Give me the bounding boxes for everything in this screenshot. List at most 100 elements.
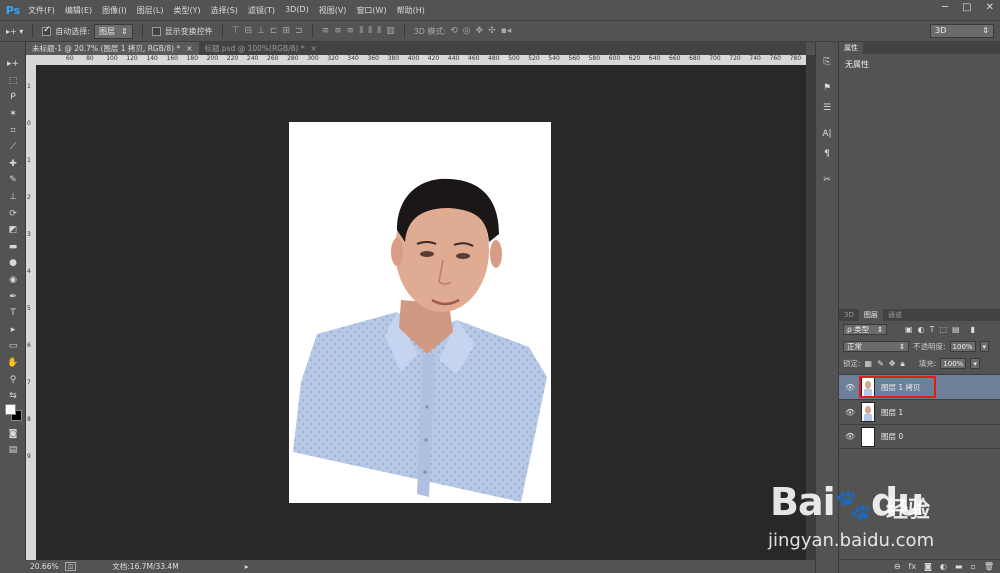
tab-channels[interactable]: 通道 <box>883 309 907 321</box>
menu-item[interactable]: 编辑(E) <box>60 5 97 16</box>
show-transform-checkbox[interactable] <box>151 26 161 36</box>
menu-item[interactable]: 视图(V) <box>314 5 352 16</box>
lasso-tool-icon[interactable]: ᑭ <box>0 89 26 106</box>
tab-layers[interactable]: 图层 <box>858 309 883 321</box>
lock-all-icon[interactable]: 🔒︎ <box>901 359 905 369</box>
eyedropper-tool-icon[interactable]: ⟋ <box>0 139 26 156</box>
layer-row[interactable]: 👁︎ 图层 0 <box>839 424 1000 449</box>
move-tool-icon[interactable]: ▸+ <box>0 56 26 73</box>
align-hcenter-icon[interactable]: ⊞ <box>282 26 290 36</box>
menu-item[interactable]: 类型(Y) <box>168 5 205 16</box>
eraser-tool-icon[interactable]: ◩ <box>0 222 26 239</box>
opacity-input[interactable]: 100% <box>949 341 976 352</box>
layer-row[interactable]: 👁︎ 图层 1 <box>839 399 1000 424</box>
eye-icon[interactable]: 👁︎ <box>845 408 855 417</box>
fill-dropdown-icon[interactable]: ▾ <box>970 358 980 369</box>
filter-smart-icon[interactable]: ▤ <box>952 325 960 334</box>
new-group-icon[interactable]: ▬ <box>955 562 963 571</box>
minimize-button[interactable]: ─ <box>942 2 948 13</box>
menu-item[interactable]: 3D(D) <box>280 5 314 16</box>
document-canvas[interactable] <box>289 122 551 503</box>
menu-item[interactable]: 窗口(W) <box>351 5 391 16</box>
history-panel-icon[interactable]: ⎘ <box>816 52 838 72</box>
3d-roll-icon[interactable]: ◎ <box>463 26 471 36</box>
tools-settings-icon[interactable]: ✂ <box>816 170 838 190</box>
menu-item[interactable]: 图像(I) <box>97 5 132 16</box>
menu-item[interactable]: 图层(L) <box>132 5 169 16</box>
blur-tool-icon[interactable]: ● <box>0 255 26 272</box>
layer-style-icon[interactable]: fx <box>909 562 917 571</box>
status-menu-icon[interactable]: ▸ <box>245 562 249 571</box>
add-mask-icon[interactable]: ◙ <box>924 562 932 571</box>
brush-presets-icon[interactable]: ☰ <box>816 98 838 118</box>
status-preview-icon[interactable]: ◫ <box>64 562 77 571</box>
distribute-hcenter-icon[interactable]: ⦀ <box>368 26 372 36</box>
workspace-dropdown[interactable]: 3D ⇕ <box>930 24 994 38</box>
history-brush-tool-icon[interactable]: ⟳ <box>0 205 26 222</box>
screen-mode-icon[interactable]: ▤ <box>0 442 26 459</box>
path-selection-tool-icon[interactable]: ▸ <box>0 322 26 339</box>
filter-adjust-icon[interactable]: ◐ <box>918 325 925 334</box>
distribute-top-icon[interactable]: ≡ <box>322 26 330 36</box>
new-layer-icon[interactable]: ▫ <box>970 562 975 571</box>
close-button[interactable]: ✕ <box>986 2 994 13</box>
align-left-icon[interactable]: ⊏ <box>270 26 278 36</box>
type-tool-icon[interactable]: T <box>0 305 26 322</box>
tab-3d[interactable]: 3D <box>839 309 859 321</box>
3d-scale-icon[interactable]: ▪◂ <box>501 26 512 36</box>
tab-properties[interactable]: 属性 <box>839 42 863 54</box>
shape-tool-icon[interactable]: ▭ <box>0 338 26 355</box>
menu-item[interactable]: 帮助(H) <box>392 5 430 16</box>
zoom-level[interactable]: 20.66% <box>30 562 59 571</box>
3d-slide-icon[interactable]: ✣ <box>488 26 496 36</box>
lock-pixels-icon[interactable]: ✎ <box>877 359 884 369</box>
3d-rotate-icon[interactable]: ⟲ <box>450 26 458 36</box>
link-layers-icon[interactable]: ⊖ <box>894 562 901 571</box>
blend-mode-dropdown[interactable]: 正常 ⇕ <box>843 341 909 352</box>
tab-title-psd[interactable]: 标题.psd @ 100%(RGB/8) * × <box>199 42 323 55</box>
menu-item[interactable]: 文件(F) <box>23 5 60 16</box>
tool-presets-icon[interactable]: ⚑ <box>816 78 838 98</box>
magic-wand-tool-icon[interactable]: ✶ <box>0 106 26 123</box>
crop-tool-icon[interactable]: ⌗ <box>0 122 26 139</box>
eye-icon[interactable]: 👁︎ <box>845 432 855 441</box>
filter-pixel-icon[interactable]: ▣ <box>905 325 913 334</box>
brush-tool-icon[interactable]: ✎ <box>0 172 26 189</box>
auto-select-checkbox[interactable] <box>42 25 52 36</box>
align-bottom-icon[interactable]: ⊥ <box>257 26 265 36</box>
distribute-left-icon[interactable]: ⦀ <box>359 26 363 36</box>
layer-filter-dropdown[interactable]: ρ 类型 ⇕ <box>843 324 887 335</box>
hand-tool-icon[interactable]: ✋ <box>0 355 26 372</box>
tab-untitled-1[interactable]: 未标题-1 @ 20.7% (图层 1 拷贝, RGB/8) * × <box>26 42 199 55</box>
distribute-bottom-icon[interactable]: ≡ <box>347 26 355 36</box>
zoom-tool-icon[interactable]: ⚲ <box>0 371 26 388</box>
quick-mask-icon[interactable]: ◙ <box>0 426 26 443</box>
healing-brush-tool-icon[interactable]: ✚ <box>0 156 26 173</box>
maximize-button[interactable]: □ <box>962 2 971 13</box>
filter-type-icon[interactable]: T <box>930 325 935 334</box>
filter-toggle-icon[interactable]: ▮ <box>971 325 975 334</box>
menu-item[interactable]: 选择(S) <box>206 5 243 16</box>
align-right-icon[interactable]: ⊐ <box>295 26 303 36</box>
eye-icon[interactable]: 👁︎ <box>845 383 855 392</box>
delete-layer-icon[interactable]: 🗑︎ <box>984 562 994 571</box>
toolbar-grip[interactable] <box>0 42 25 56</box>
dodge-tool-icon[interactable]: ◉ <box>0 272 26 289</box>
move-tool-preset[interactable]: ▸+ ▾ <box>0 27 29 36</box>
foreground-color-swatch[interactable] <box>5 404 16 415</box>
clone-stamp-tool-icon[interactable]: ⊥ <box>0 189 26 206</box>
auto-select-dropdown[interactable]: 图层 ⇕ <box>93 23 133 39</box>
lock-transparent-icon[interactable]: ▦ <box>865 359 873 369</box>
fill-input[interactable]: 100% <box>940 358 967 369</box>
menu-item[interactable]: 滤镜(T) <box>243 5 280 16</box>
auto-align-icon[interactable]: ▥ <box>386 26 395 36</box>
layer-row[interactable]: 👁︎ 图层 1 拷贝 <box>839 374 1000 399</box>
paragraph-panel-icon[interactable]: ¶ <box>816 144 838 164</box>
lock-position-icon[interactable]: ✥ <box>889 359 896 369</box>
distribute-right-icon[interactable]: ⦀ <box>377 26 381 36</box>
canvas-area[interactable] <box>36 65 806 560</box>
tab-close-icon[interactable]: × <box>311 44 317 53</box>
filter-shape-icon[interactable]: ⬚ <box>939 325 947 334</box>
distribute-vcenter-icon[interactable]: ≡ <box>334 26 342 36</box>
align-vcenter-icon[interactable]: ⊟ <box>245 26 253 36</box>
